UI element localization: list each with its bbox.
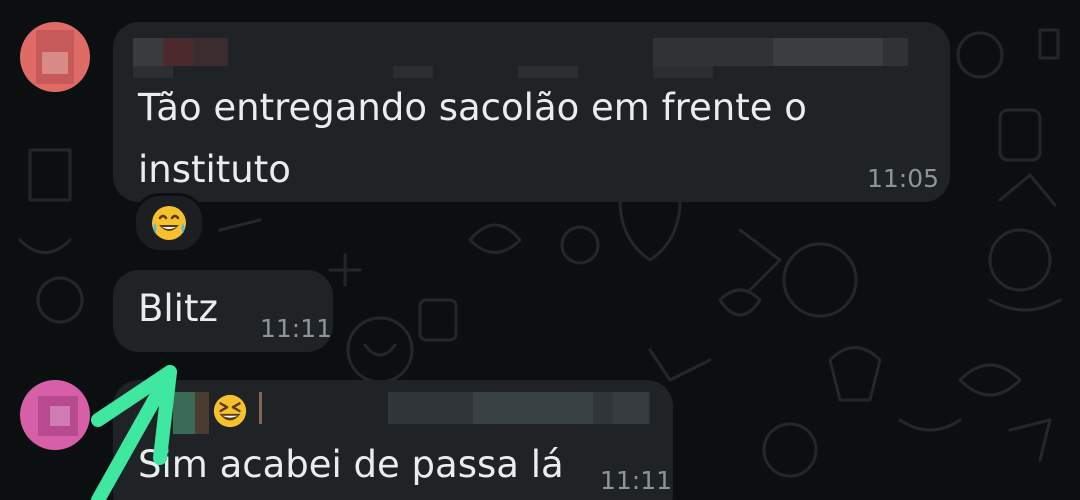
chat-view: Tão entregando sacolão em frente o insti… — [0, 0, 1080, 500]
green-arrow-icon — [91, 365, 177, 500]
